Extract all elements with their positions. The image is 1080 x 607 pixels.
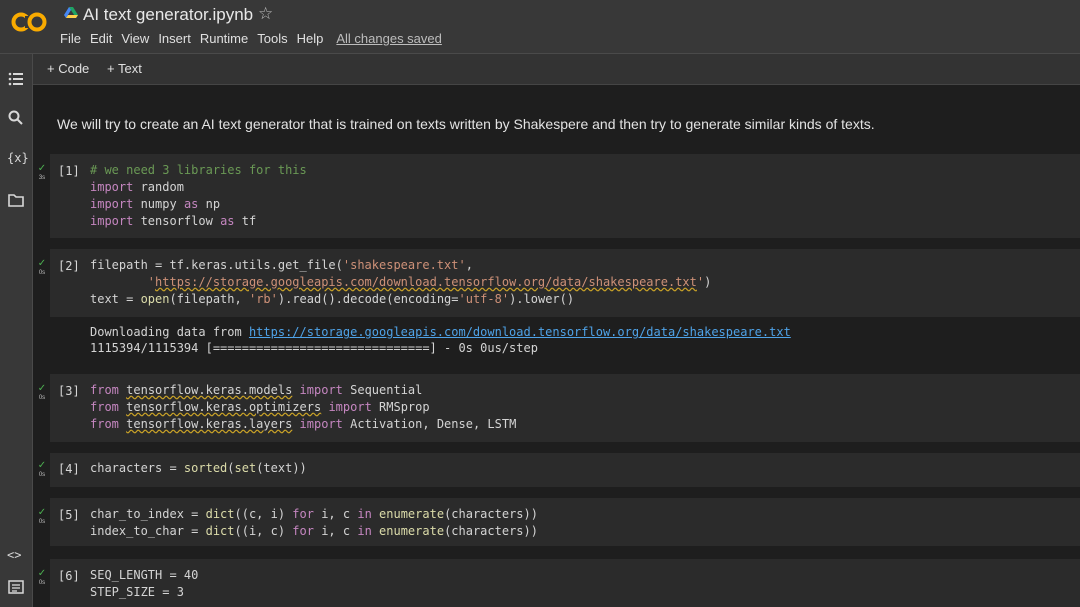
menu-tools[interactable]: Tools [257, 31, 287, 46]
left-rail: {x} <> [0, 54, 33, 607]
menu-insert[interactable]: Insert [158, 31, 191, 46]
notebook-toolbar: + Code + Text [33, 54, 1080, 85]
run-status: ✓ 0s [37, 507, 47, 526]
table-of-contents-icon[interactable] [7, 70, 25, 88]
code-cell-2[interactable]: ✓ 0s [2] filepath = tf.keras.utils.get_fi… [38, 249, 1080, 317]
code-line: SEQ_LENGTH = 40 [90, 568, 199, 582]
cell-code[interactable]: characters = sorted(set(text)) [90, 460, 307, 477]
cell-code[interactable]: # we need 3 libraries for this import ra… [90, 162, 307, 230]
cell-code[interactable]: SEQ_LENGTH = 40 STEP_SIZE = 3 [90, 567, 198, 601]
check-icon: ✓ [37, 258, 47, 269]
menu-bar: File Edit View Insert Runtime Tools Help… [60, 31, 451, 46]
notebook-title[interactable]: AI text generator.ipynb [83, 5, 253, 25]
top-header: AI text generator.ipynb ☆ File Edit View… [0, 0, 1080, 54]
code-cell-3[interactable]: ✓ 0s [3] from tensorflow.keras.models imp… [38, 374, 1080, 442]
cell-2-output: Downloading data from https://storage.go… [50, 317, 1080, 359]
cell-number: [5] [58, 508, 80, 522]
add-text-button[interactable]: + Text [107, 61, 142, 76]
check-icon: ✓ [37, 460, 47, 471]
menu-edit[interactable]: Edit [90, 31, 112, 46]
code-line: # we need 3 libraries for this [90, 163, 307, 177]
code-cell-4[interactable]: ✓ 0s [4] characters = sorted(set(text)) [38, 453, 1080, 487]
progress-line: 1115394/1115394 [=======================… [90, 341, 538, 355]
cell-number: [1] [58, 164, 80, 178]
google-drive-icon [64, 7, 78, 18]
menu-runtime[interactable]: Runtime [200, 31, 248, 46]
check-icon: ✓ [37, 507, 47, 518]
cell-code[interactable]: char_to_index = dict((c, i) for i, c in … [90, 506, 538, 540]
files-icon[interactable] [7, 191, 25, 209]
cell-number: [3] [58, 384, 80, 398]
check-icon: ✓ [37, 568, 47, 579]
search-icon[interactable] [7, 109, 25, 127]
run-status: ✓ 3s [37, 163, 47, 182]
check-icon: ✓ [37, 383, 47, 394]
check-icon: ✓ [37, 163, 47, 174]
code-cell-6[interactable]: ✓ 0s [6] SEQ_LENGTH = 40 STEP_SIZE = 3 [38, 559, 1080, 607]
menu-help[interactable]: Help [297, 31, 324, 46]
terminal-icon[interactable] [7, 578, 25, 596]
code-line: STEP_SIZE = 3 [90, 585, 184, 599]
star-icon[interactable]: ☆ [258, 4, 273, 24]
cell-code[interactable]: from tensorflow.keras.models import Sequ… [90, 382, 516, 433]
notebook-content: We will try to create an AI text generat… [33, 85, 1080, 607]
colab-logo[interactable] [11, 10, 47, 34]
menu-view[interactable]: View [121, 31, 149, 46]
output-text: Downloading data from https://storage.go… [90, 325, 791, 355]
markdown-cell[interactable]: We will try to create an AI text generat… [57, 116, 875, 132]
code-cell-5[interactable]: ✓ 0s [5] char_to_index = dict((c, i) for … [38, 498, 1080, 546]
download-link[interactable]: https://storage.googleapis.com/download.… [249, 325, 791, 339]
cell-code[interactable]: filepath = tf.keras.utils.get_file('shak… [90, 257, 711, 308]
add-code-button[interactable]: + Code [47, 61, 89, 76]
variables-icon[interactable]: {x} [7, 151, 29, 169]
cell-number: [4] [58, 462, 80, 476]
save-status-link[interactable]: All changes saved [336, 31, 442, 46]
run-status: ✓ 0s [37, 383, 47, 402]
run-status: ✓ 0s [37, 460, 47, 479]
code-snippets-icon[interactable]: <> [7, 548, 25, 566]
code-cell-1[interactable]: ✓ 3s [1] # we need 3 libraries for this i… [38, 154, 1080, 238]
run-status: ✓ 0s [37, 258, 47, 277]
menu-file[interactable]: File [60, 31, 81, 46]
run-status: ✓ 0s [37, 568, 47, 587]
cell-number: [6] [58, 569, 80, 583]
cell-number: [2] [58, 259, 80, 273]
